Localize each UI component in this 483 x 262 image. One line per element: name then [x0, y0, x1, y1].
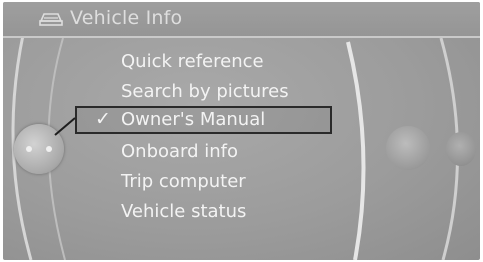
right-knob-icon	[386, 126, 430, 170]
idrive-screen: Vehicle Info ✓ Quick reference Search by…	[3, 2, 480, 260]
far-right-knob-icon	[446, 132, 476, 166]
